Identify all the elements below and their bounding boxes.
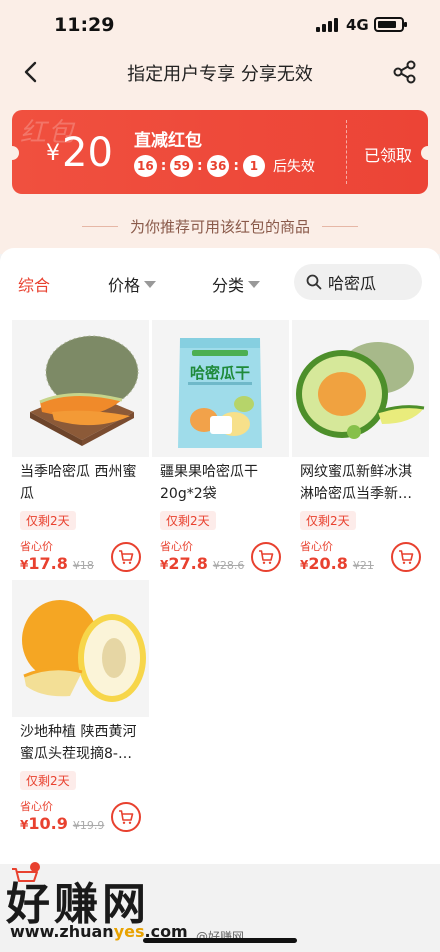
add-to-cart-button[interactable] [251, 542, 281, 572]
countdown-tenths: 1 [242, 155, 265, 177]
cart-icon [119, 550, 134, 564]
package-label: 哈密瓜干 [189, 364, 250, 382]
cart-icon [399, 550, 414, 564]
search-icon [306, 274, 322, 290]
filter-label: 价格 [108, 276, 141, 295]
product-tag: 仅剩2天 [20, 771, 76, 790]
filter-price[interactable]: 价格 [108, 272, 157, 296]
price-current: 27.8 [168, 554, 208, 573]
divider [81, 226, 118, 227]
product-title: 网纹蜜瓜新鲜冰淇淋哈密瓜当季新… [300, 464, 412, 502]
product-title: 当季哈密瓜 西州蜜瓜 [20, 464, 137, 502]
status-time: 11:29 [54, 14, 115, 36]
filter-category[interactable]: 分类 [212, 272, 261, 296]
countdown-separator: : [233, 158, 239, 174]
yellow-melon-image [12, 580, 149, 717]
status-bar: 11:29 4G [0, 0, 440, 50]
filter-label: 综合 [18, 276, 51, 295]
coupon-card[interactable]: 红包 ¥20 直减红包 16 : 59 : 36 : 1 后失效 已领取 [12, 110, 428, 194]
countdown-separator: : [197, 158, 203, 174]
price-current: 17.8 [28, 554, 68, 573]
countdown: 16 : 59 : 36 : 1 后失效 [134, 155, 315, 177]
watermark-url-prefix: www.zhuan [10, 922, 114, 941]
price-currency: ¥ [20, 818, 29, 832]
dried-melon-package-image [152, 320, 289, 457]
cart-icon [119, 810, 134, 824]
price-current: 10.9 [28, 814, 68, 833]
product-card[interactable]: 沙地种植 陕西黄河蜜瓜头茬现摘8-… 仅剩2天 省心价 ¥ 10.9 ¥19.9 [12, 580, 149, 834]
search-input[interactable]: 哈密瓜 [294, 264, 422, 300]
add-to-cart-button[interactable] [111, 802, 141, 832]
price-original: ¥21 [352, 559, 374, 572]
filter-label: 分类 [212, 276, 245, 295]
countdown-hours: 16 [134, 155, 157, 177]
price-currency: ¥ [300, 558, 309, 572]
price-currency: ¥ [160, 558, 169, 572]
page-title: 指定用户专享 分享无效 [127, 64, 313, 85]
divider [322, 226, 358, 227]
price-original: ¥28.6 [212, 559, 245, 572]
share-icon[interactable] [392, 59, 418, 85]
coupon-amount: ¥20 [46, 130, 113, 176]
product-image [292, 320, 429, 457]
countdown-separator: : [160, 158, 167, 174]
search-value: 哈密瓜 [328, 274, 377, 293]
network-label: 4G [346, 16, 369, 34]
signal-icon [316, 18, 338, 32]
countdown-seconds: 36 [206, 155, 230, 177]
product-image: 哈密瓜干 [152, 320, 289, 457]
product-title: 疆果果哈密瓜干20g*2袋 [160, 464, 258, 502]
countdown-minutes: 59 [170, 155, 194, 177]
price-original: ¥19.9 [72, 819, 105, 832]
countdown-suffix: 后失效 [272, 159, 315, 175]
cantaloupe-image [12, 320, 149, 457]
add-to-cart-button[interactable] [111, 542, 141, 572]
product-image [12, 320, 149, 457]
product-card[interactable]: 哈密瓜干 疆果果哈密瓜干20g*2袋 仅剩2天 省心价 ¥ 27.8 ¥28.6 [152, 320, 289, 574]
price-currency: ¥ [20, 558, 29, 572]
product-tag: 仅剩2天 [20, 511, 76, 530]
coupon-divider [346, 120, 347, 184]
home-indicator[interactable] [143, 938, 297, 943]
caret-down-icon [144, 280, 157, 288]
coupon-value: 20 [62, 130, 113, 176]
battery-icon [374, 17, 407, 32]
cart-icon [259, 550, 274, 564]
watermark-url-highlight: yes [113, 922, 145, 941]
honeydew-melon-image [292, 320, 429, 457]
product-card[interactable]: 网纹蜜瓜新鲜冰淇淋哈密瓜当季新… 仅剩2天 省心价 ¥ 20.8 ¥21 [292, 320, 429, 574]
product-tag: 仅剩2天 [160, 511, 216, 530]
coupon-title: 直减红包 [134, 131, 202, 151]
filter-comprehensive[interactable]: 综合 [18, 272, 50, 296]
product-image [12, 580, 149, 717]
coupon-notch-right [421, 146, 428, 160]
recommend-header: 为你推荐可用该红包的商品 [0, 216, 440, 237]
product-tag: 仅剩2天 [300, 511, 356, 530]
filter-bar: 综合 价格 分类 哈密瓜 [0, 248, 440, 314]
nav-bar: 指定用户专享 分享无效 [0, 50, 440, 94]
coupon-notch-left [12, 146, 19, 160]
caret-down-icon [248, 280, 261, 288]
price-current: 20.8 [308, 554, 348, 573]
coupon-currency: ¥ [46, 141, 60, 166]
price-original: ¥18 [72, 559, 94, 572]
recommend-header-text: 为你推荐可用该红包的商品 [129, 218, 310, 236]
product-title: 沙地种植 陕西黄河蜜瓜头茬现摘8-… [20, 724, 137, 762]
add-to-cart-button[interactable] [391, 542, 421, 572]
coupon-status-button[interactable]: 已领取 [364, 142, 412, 166]
product-card[interactable]: 当季哈密瓜 西州蜜瓜 仅剩2天 省心价 ¥ 17.8 ¥18 [12, 320, 149, 574]
